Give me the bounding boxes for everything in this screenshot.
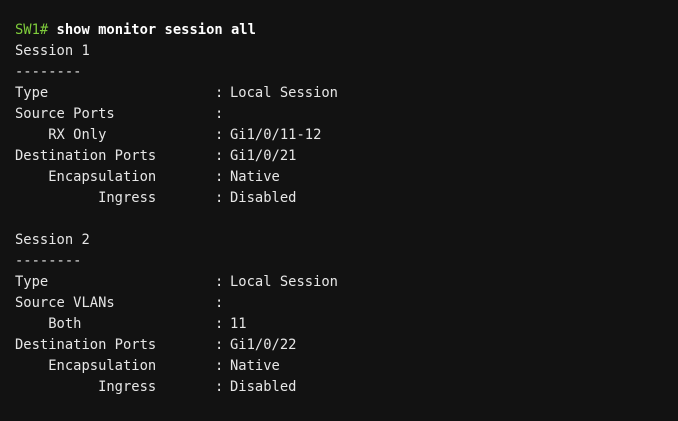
output-row: Source Ports:	[15, 104, 663, 125]
row-separator: :	[215, 295, 224, 311]
row-value: Native	[230, 358, 280, 374]
row-separator: :	[215, 190, 224, 206]
command-line: SW1# show monitor session all	[15, 20, 663, 41]
row-label: Source Ports	[15, 106, 115, 122]
row-value: Gi1/0/22	[230, 337, 297, 353]
row-separator: :	[215, 127, 224, 143]
row-label: Destination Ports	[15, 337, 157, 353]
output-row: Encapsulation: Native	[15, 167, 663, 188]
output-row: Ingress: Disabled	[15, 188, 663, 209]
row-label: RX Only	[15, 127, 107, 143]
row-value: Local Session	[230, 274, 338, 290]
row-value: Local Session	[230, 85, 338, 101]
row-label: Both	[15, 316, 82, 332]
row-value: Gi1/0/11-12	[230, 127, 322, 143]
session-2-divider: --------	[15, 253, 82, 269]
output-separator: --------	[15, 62, 663, 83]
row-separator: :	[215, 274, 224, 290]
output-row: Source VLANs:	[15, 293, 663, 314]
row-value: Disabled	[230, 190, 297, 206]
command-text: show monitor session all	[56, 22, 256, 38]
output-row: Both:11	[15, 314, 663, 335]
row-separator: :	[215, 379, 224, 395]
session-1-divider: --------	[15, 64, 82, 80]
row-separator: :	[215, 316, 224, 332]
row-separator: :	[215, 85, 224, 101]
row-label: Source VLANs	[15, 295, 115, 311]
row-label: Type	[15, 85, 49, 101]
row-value: Gi1/0/21	[230, 148, 297, 164]
row-label: Encapsulation	[15, 358, 157, 374]
row-separator: :	[215, 106, 224, 122]
row-label: Ingress	[15, 379, 157, 395]
row-label: Encapsulation	[15, 169, 157, 185]
row-label: Ingress	[15, 190, 157, 206]
row-value: 11	[230, 316, 247, 332]
row-separator: :	[215, 337, 224, 353]
row-value: Disabled	[230, 379, 297, 395]
session-1-title: Session 1	[15, 43, 90, 59]
terminal-window[interactable]: SW1# show monitor session all Session 1 …	[0, 0, 678, 421]
session-2-title: Session 2	[15, 232, 90, 248]
output-row: Type: Local Session	[15, 83, 663, 104]
row-separator: :	[215, 148, 224, 164]
output-row: Destination Ports: Gi1/0/22	[15, 335, 663, 356]
output-row: Ingress: Disabled	[15, 377, 663, 398]
row-label: Destination Ports	[15, 148, 157, 164]
output-row: Destination Ports: Gi1/0/21	[15, 146, 663, 167]
output-separator: --------	[15, 251, 663, 272]
prompt-hostname: SW1#	[15, 22, 49, 38]
output-row: Encapsulation: Native	[15, 356, 663, 377]
output-row: Type: Local Session	[15, 272, 663, 293]
row-label: Type	[15, 274, 49, 290]
row-value: Native	[230, 169, 280, 185]
row-separator: :	[215, 169, 224, 185]
output-heading: Session 2	[15, 230, 663, 251]
row-separator: :	[215, 358, 224, 374]
output-row: RX Only: Gi1/0/11-12	[15, 125, 663, 146]
output-heading: Session 1	[15, 41, 663, 62]
